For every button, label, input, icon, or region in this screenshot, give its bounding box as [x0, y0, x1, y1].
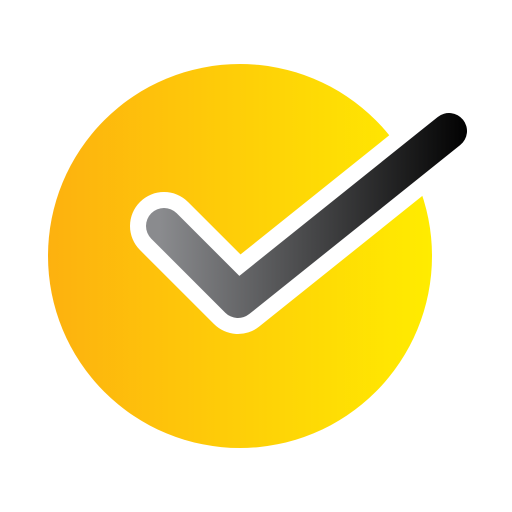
checkmark-circle-icon [48, 64, 483, 448]
app-icon [0, 0, 512, 512]
